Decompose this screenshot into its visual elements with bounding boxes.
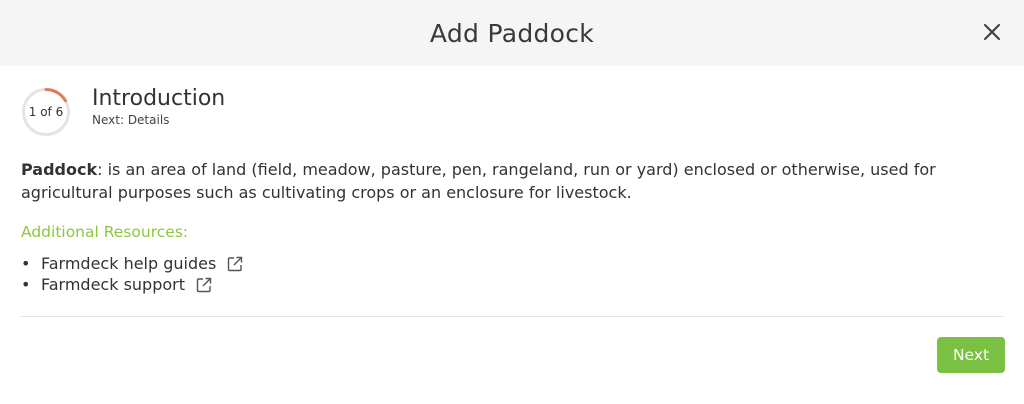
add-paddock-modal: Add Paddock 1 of 6 Introduction Next: De… bbox=[0, 0, 1024, 404]
definition-term: Paddock bbox=[21, 160, 98, 179]
resource-link-label[interactable]: Farmdeck help guides bbox=[41, 254, 216, 273]
resource-list: • Farmdeck help guides • Farmdeck suppor… bbox=[21, 253, 244, 295]
external-link-icon bbox=[226, 255, 244, 273]
definition-text: : is an area of land (field, meadow, pas… bbox=[21, 160, 936, 202]
modal-title: Add Paddock bbox=[429, 18, 595, 48]
step-title: Introduction bbox=[92, 86, 226, 111]
bullet: • bbox=[21, 275, 31, 294]
step-counter: 1 of 6 bbox=[28, 105, 64, 119]
close-button[interactable] bbox=[978, 18, 1006, 46]
resource-link-help-guides[interactable]: • Farmdeck help guides bbox=[21, 253, 244, 274]
paddock-definition: Paddock: is an area of land (field, mead… bbox=[21, 158, 1001, 204]
next-step-label: Next: Details bbox=[92, 113, 170, 127]
additional-resources-title: Additional Resources: bbox=[21, 223, 189, 241]
modal-header: Add Paddock bbox=[0, 0, 1024, 66]
next-button[interactable]: Next bbox=[937, 337, 1005, 373]
footer-divider bbox=[21, 316, 1004, 317]
resource-link-support[interactable]: • Farmdeck support bbox=[21, 274, 244, 295]
resource-link-label[interactable]: Farmdeck support bbox=[41, 275, 185, 294]
bullet: • bbox=[21, 254, 31, 273]
external-link-icon bbox=[195, 276, 213, 294]
close-icon bbox=[983, 23, 1001, 41]
